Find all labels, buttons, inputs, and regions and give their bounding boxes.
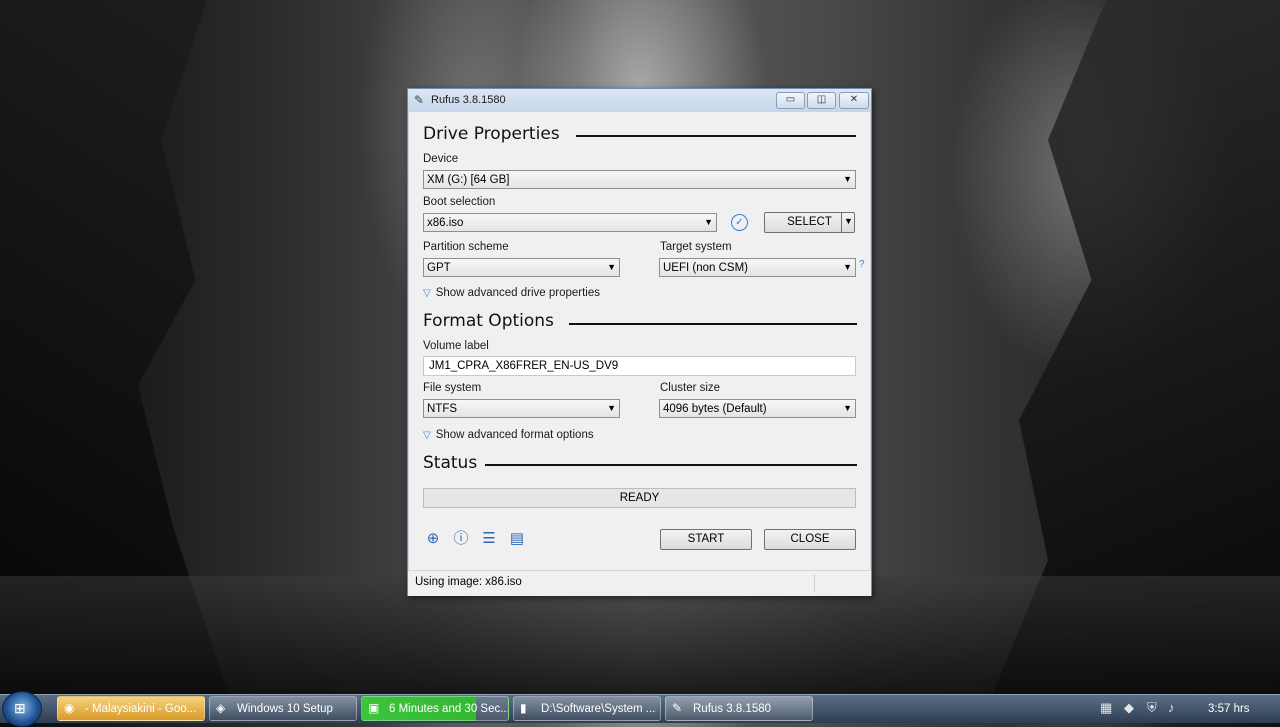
taskbar-item-rufus[interactable]: ✎ Rufus 3.8.1580 [665, 696, 813, 721]
info-icon[interactable]: ⓘ [452, 530, 470, 548]
status-heading: Status [423, 453, 478, 473]
start-button-label: START [687, 533, 725, 545]
taskbar-item-label: Windows 10 Setup [237, 703, 333, 715]
close-window-button[interactable]: ✕ [839, 92, 869, 109]
chevron-down-icon: ▽ [423, 288, 431, 299]
clock[interactable]: 3:57 hrs [1208, 703, 1250, 715]
taskbar-item-windows-setup[interactable]: ◈ Windows 10 Setup [209, 696, 357, 721]
close-button[interactable]: CLOSE [764, 529, 856, 550]
select-button-label: SELECT [787, 216, 832, 228]
check-hash-icon[interactable]: ✓ [731, 214, 748, 231]
tray-update-icon[interactable]: ◆ [1124, 700, 1134, 716]
minimize-button[interactable]: ▭ [776, 92, 805, 109]
volume-label-input[interactable] [424, 357, 855, 375]
start-button[interactable]: START [660, 529, 752, 550]
tray-security-icon[interactable]: ⛨ [1147, 700, 1157, 716]
taskbar: ⊞ ◉ - Malaysiakini - Goo... ◈ Windows 10… [0, 691, 1280, 727]
select-dropdown-arrow-icon[interactable]: ▼ [844, 216, 853, 226]
drive-properties-heading: Drive Properties [423, 124, 560, 144]
split-divider [841, 213, 842, 232]
volume-label-field[interactable] [423, 356, 856, 376]
chrome-icon: ◉ [64, 701, 75, 715]
partition-scheme-dropdown[interactable]: GPT ▼ [423, 258, 620, 277]
rufus-usb-icon: ✎ [414, 93, 425, 107]
chevron-down-icon: ▼ [704, 217, 713, 227]
taskbar-item-label: D:\Software\System ... [541, 703, 656, 715]
device-label: Device [423, 153, 459, 165]
title-bar[interactable]: ✎ Rufus 3.8.1580 ▭ ◫ ✕ [408, 89, 871, 112]
globe-icon[interactable]: ⊕ [424, 530, 442, 548]
maximize-button[interactable]: ◫ [807, 92, 836, 109]
target-system-value: UEFI (non CSM) [663, 262, 748, 274]
section-divider [576, 135, 856, 137]
status-bar-text: Using image: x86.iso [415, 576, 522, 588]
taskbar-item-copy-progress[interactable]: ▣ 6 Minutes and 30 Sec... [361, 696, 509, 721]
volume-label-label: Volume label [423, 340, 489, 352]
target-system-label: Target system [660, 241, 732, 253]
status-bar: Using image: x86.iso [408, 570, 871, 596]
format-options-heading: Format Options [423, 311, 554, 331]
section-divider [485, 464, 857, 466]
boot-selection-value: x86.iso [427, 217, 464, 229]
cluster-size-dropdown[interactable]: 4096 bytes (Default) ▼ [659, 399, 856, 418]
tray-app-icon[interactable]: ▦ [1100, 700, 1112, 716]
boot-selection-label: Boot selection [423, 196, 496, 208]
help-icon[interactable]: ? [859, 259, 865, 270]
status-progress-bar: READY [423, 488, 856, 508]
file-system-label: File system [423, 382, 482, 394]
window-title: Rufus 3.8.1580 [431, 94, 506, 106]
settings-sliders-icon[interactable]: ☰ [480, 530, 498, 548]
taskbar-item-chrome[interactable]: ◉ - Malaysiakini - Goo... [57, 696, 205, 721]
advanced-format-options-toggle[interactable]: ▽ Show advanced format options [423, 429, 594, 441]
close-button-label: CLOSE [790, 533, 830, 545]
rufus-window: ✎ Rufus 3.8.1580 ▭ ◫ ✕ Drive Properties … [407, 88, 872, 596]
taskbar-item-label: 6 Minutes and 30 Sec... [389, 703, 509, 715]
device-dropdown[interactable]: XM (G:) [64 GB] ▼ [423, 170, 856, 189]
file-system-dropdown[interactable]: NTFS ▼ [423, 399, 620, 418]
chevron-down-icon: ▽ [423, 430, 431, 441]
cluster-size-label: Cluster size [660, 382, 721, 394]
taskbar-item-label: - Malaysiakini - Goo... [85, 703, 197, 715]
folder-icon: ▮ [520, 701, 527, 715]
advanced-drive-properties-label: Show advanced drive properties [435, 287, 600, 299]
cluster-size-value: 4096 bytes (Default) [663, 403, 767, 415]
status-bar-divider [814, 574, 815, 592]
target-system-dropdown[interactable]: UEFI (non CSM) ▼ [659, 258, 856, 277]
chevron-down-icon: ▼ [843, 403, 852, 413]
volume-icon[interactable]: ♪ [1168, 700, 1175, 715]
status-text: READY [619, 492, 660, 504]
copy-progress-icon: ▣ [368, 701, 380, 715]
section-divider [569, 323, 857, 325]
log-icon[interactable]: ▤ [508, 530, 526, 548]
setup-icon: ◈ [216, 701, 226, 715]
file-system-value: NTFS [427, 403, 458, 415]
chevron-down-icon: ▼ [607, 262, 616, 272]
advanced-format-options-label: Show advanced format options [435, 429, 594, 441]
advanced-drive-properties-toggle[interactable]: ▽ Show advanced drive properties [423, 287, 600, 299]
taskbar-item-label: Rufus 3.8.1580 [693, 703, 772, 715]
chevron-down-icon: ▼ [843, 174, 852, 184]
partition-scheme-value: GPT [427, 262, 451, 274]
windows-logo-icon: ⊞ [14, 700, 26, 716]
device-value: XM (G:) [64 GB] [427, 174, 510, 186]
partition-scheme-label: Partition scheme [423, 241, 509, 253]
chevron-down-icon: ▼ [607, 403, 616, 413]
taskbar-item-explorer[interactable]: ▮ D:\Software\System ... [513, 696, 661, 721]
chevron-down-icon: ▼ [843, 262, 852, 272]
boot-selection-dropdown[interactable]: x86.iso ▼ [423, 213, 717, 232]
rufus-icon: ✎ [672, 701, 683, 715]
